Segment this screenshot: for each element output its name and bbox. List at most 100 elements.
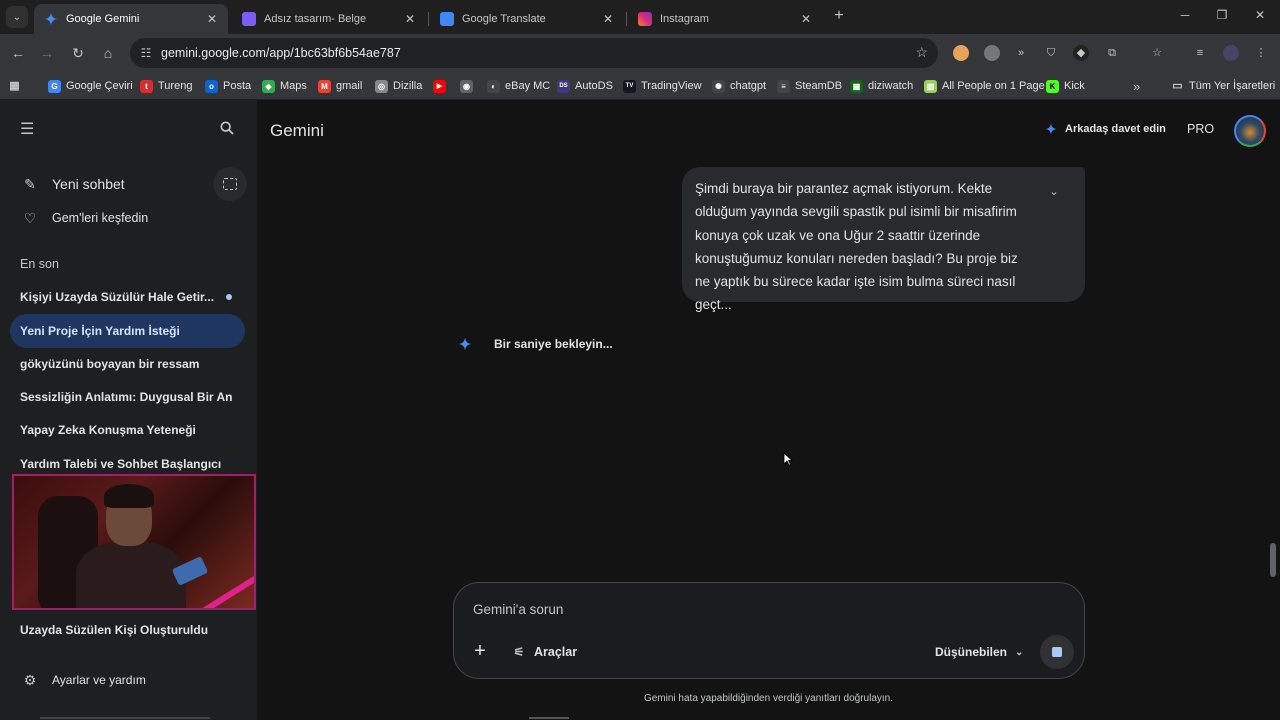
expand-message-chevron-down-icon[interactable]: ⌄ [1047, 185, 1061, 199]
scroll-indicator [40, 717, 210, 719]
chat-item[interactable]: Yapay Zeka Konuşma Yeteneği [10, 413, 245, 447]
disclaimer-text: Gemini hata yapabildiğinden verdiği yanı… [643, 693, 894, 704]
reload-icon[interactable]: ↻ [68, 43, 88, 63]
tab-google-translate[interactable]: Google Translate ✕ [430, 4, 624, 34]
close-tab-icon[interactable]: ✕ [402, 12, 418, 26]
new-chat-button[interactable]: ✎ Yeni sohbet [22, 174, 125, 194]
bookmark-label: TradingView [641, 80, 702, 92]
tab-title: Adsız tasarım- Belge [264, 13, 367, 25]
browser-menu-icon[interactable]: ⋮ [1253, 45, 1269, 61]
explore-gems-button[interactable]: ♡ Gem'leri keşfedin [22, 208, 148, 228]
site-info-icon[interactable]: ☷ [138, 45, 154, 61]
bookmarks-overflow-icon[interactable]: » [1133, 78, 1140, 94]
tools-button[interactable]: ⚟ Araçlar [512, 645, 577, 659]
tab-divider [428, 12, 429, 26]
invite-friends-button[interactable]: Arkadaş davet edin [1045, 123, 1166, 135]
apps-grid-icon[interactable]: ▦ [8, 78, 26, 94]
bookmark-google-ceviri[interactable]: G Google Çeviri [48, 78, 133, 94]
close-tab-icon[interactable]: ✕ [798, 12, 814, 26]
instagram-favicon-icon [638, 12, 652, 26]
bookmarks-manager-icon[interactable]: ☆ [1149, 45, 1165, 61]
bookmark-circle[interactable]: ◉ [460, 78, 478, 94]
chat-title: Yapay Zeka Konuşma Yeteneği [20, 423, 196, 437]
bookmark-label: SteamDB [795, 80, 843, 92]
tab-google-gemini[interactable]: Google Gemini ✕ [34, 4, 228, 34]
shield-icon[interactable]: ⛉ [1043, 45, 1059, 61]
chat-item[interactable]: Kişiyi Uzayda Süzülür Hale Getir... [10, 280, 245, 314]
minimize-icon[interactable]: ─ [1177, 8, 1193, 22]
bookmark-ebay-mc[interactable]: ◐ eBay MC [487, 78, 550, 94]
pro-badge[interactable]: PRO [1187, 122, 1214, 136]
chat-title: Kişiyi Uzayda Süzülür Hale Getir... [20, 290, 215, 304]
bookmark-posta[interactable]: o Posta [205, 78, 251, 94]
canva-favicon-icon [242, 12, 256, 26]
close-window-icon[interactable]: ✕ [1252, 8, 1268, 22]
maps-icon: ◆ [262, 79, 275, 93]
prompt-input[interactable]: Gemini'a sorun [473, 602, 563, 617]
bookmark-youtube[interactable]: ▶ [433, 78, 451, 94]
bookmark-all-people[interactable]: ▥ All People on 1 Page [924, 78, 1045, 94]
close-tab-icon[interactable]: ✕ [204, 12, 220, 26]
bookmark-dizilla[interactable]: ◎ Dizilla [375, 78, 422, 94]
gemini-brand[interactable]: Gemini [270, 121, 324, 141]
extension-arrow-icon[interactable]: » [1013, 45, 1029, 61]
kick-icon: K [1046, 79, 1059, 93]
extension-icon[interactable] [984, 45, 1000, 61]
chat-item[interactable]: Sessizliğin Anlatımı: Duygusal Bir An [10, 380, 245, 414]
back-icon[interactable]: ← [8, 43, 28, 63]
hamburger-menu-icon[interactable]: ☰ [20, 122, 38, 138]
scrollbar-thumb[interactable] [1270, 543, 1276, 577]
media-control-icon[interactable]: ≡ [1192, 45, 1208, 61]
restore-icon[interactable]: ❐ [1214, 8, 1230, 22]
bookmark-steamdb[interactable]: ≡ SteamDB [777, 78, 842, 94]
settings-label: Ayarlar ve yardım [52, 673, 146, 687]
edit-icon: ✎ [24, 176, 36, 192]
address-bar[interactable]: ☷ gemini.google.com/app/1bc63bf6b54ae787… [130, 38, 938, 68]
tab-divider [626, 12, 627, 26]
bookmark-tureng[interactable]: t Tureng [140, 78, 192, 94]
tab-search-button[interactable]: ⌄ [6, 6, 28, 28]
invite-label: Arkadaş davet edin [1065, 123, 1166, 135]
close-tab-icon[interactable]: ✕ [600, 12, 616, 26]
bookmark-maps[interactable]: ◆ Maps [262, 78, 307, 94]
temporary-chat-button[interactable] [213, 167, 247, 201]
stop-generation-button[interactable] [1040, 635, 1074, 669]
search-icon[interactable] [219, 120, 237, 138]
dizilla-icon: ◎ [375, 79, 388, 93]
chat-title: Yeni Proje İçin Yardım İsteği [20, 324, 180, 338]
forward-icon[interactable]: → [37, 43, 57, 63]
bookmark-chatgpt[interactable]: ✺ chatgpt [712, 78, 766, 94]
extensions-puzzle-icon[interactable]: ⧉ [1104, 45, 1120, 61]
bookmark-gmail[interactable]: M gmail [318, 78, 362, 94]
bookmark-autods[interactable]: DS AutoDS [557, 78, 613, 94]
bookmark-kick[interactable]: K Kick [1046, 78, 1085, 94]
model-selector[interactable]: Düşünebilen ⌄ [935, 645, 1023, 659]
chat-item[interactable]: Uzayda Süzülen Kişi Oluşturuldu [20, 623, 208, 637]
add-attachment-plus-icon[interactable]: + [471, 641, 489, 661]
chat-item-selected[interactable]: Yeni Proje İçin Yardım İsteği [10, 314, 245, 348]
webcam-person-body [76, 542, 186, 608]
tab-instagram[interactable]: Instagram ✕ [628, 4, 822, 34]
all-bookmarks-folder[interactable]: ▭ Tüm Yer İşaretleri [1171, 78, 1275, 94]
profile-avatar-icon[interactable] [1223, 45, 1239, 61]
extension-icon[interactable] [953, 45, 969, 61]
account-avatar[interactable] [1234, 115, 1266, 147]
gemini-spark-icon [458, 337, 472, 351]
prompt-composer: Gemini'a sorun + ⚟ Araçlar Düşünebilen ⌄ [453, 582, 1085, 679]
tab-title: Google Translate [462, 13, 546, 25]
gem-heart-icon: ♡ [23, 210, 37, 226]
chat-item[interactable]: gökyüzünü boyayan bir ressam [10, 347, 245, 381]
tools-label: Araçlar [534, 645, 578, 659]
folder-icon: ▭ [1172, 79, 1183, 92]
bookmark-label: gmail [336, 80, 363, 92]
bookmark-star-icon[interactable]: ☆ [915, 44, 928, 61]
bookmark-tradingview[interactable]: TV TradingView [623, 78, 702, 94]
settings-help-button[interactable]: ⚙ Ayarlar ve yardım [22, 670, 146, 690]
new-tab-icon[interactable]: + [830, 7, 848, 25]
bookmarks-bar: ▦ G Google Çeviri t Tureng o Posta ◆ Map… [0, 72, 1280, 100]
home-icon[interactable]: ⌂ [98, 43, 118, 63]
extension-diamond-icon[interactable]: ◆ [1073, 45, 1089, 61]
bookmark-diziwatch[interactable]: ▦ diziwatch [850, 78, 913, 94]
tab-adsiz-tasarim[interactable]: Adsız tasarım- Belge ✕ [232, 4, 426, 34]
diziwatch-icon: ▦ [850, 79, 863, 93]
